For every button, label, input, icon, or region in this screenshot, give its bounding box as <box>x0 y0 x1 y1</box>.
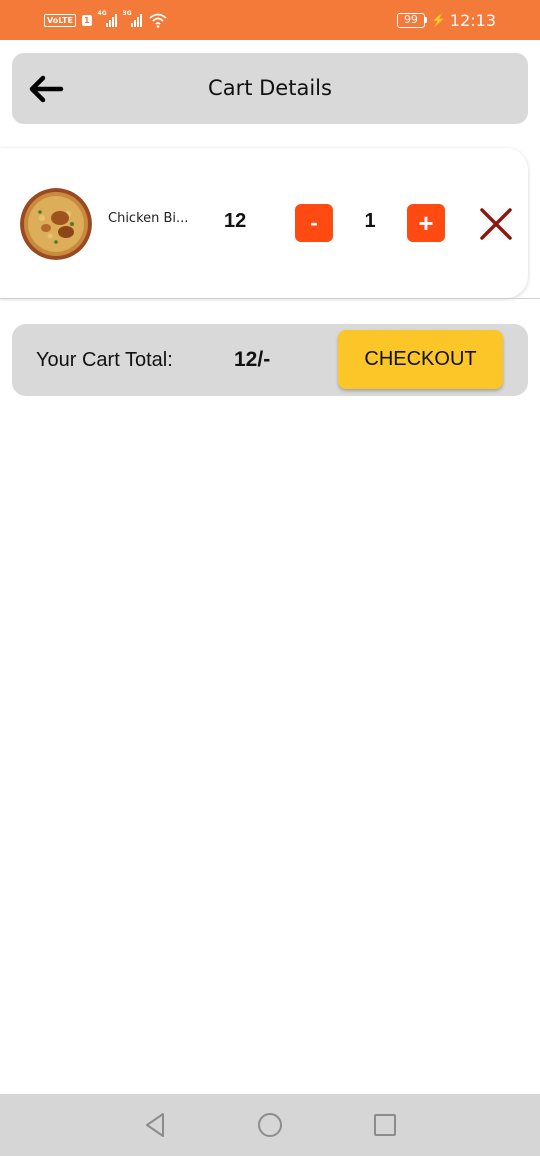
signal-icon: 4G <box>97 10 117 27</box>
nav-home-button[interactable] <box>255 1110 285 1140</box>
header-bar: Cart Details <box>12 53 528 124</box>
cart-total-value: 12/- <box>234 348 271 371</box>
divider <box>0 298 540 299</box>
decrease-quantity-button[interactable]: - <box>295 204 333 242</box>
circle-home-icon <box>258 1113 282 1137</box>
sim-icon: 1 <box>81 14 92 26</box>
page-title: Cart Details <box>208 76 332 100</box>
battery-level: 99 <box>396 12 425 28</box>
checkout-button[interactable]: CHECKOUT <box>338 330 503 389</box>
cart-total-bar: Your Cart Total: 12/- CHECKOUT <box>12 324 528 396</box>
cart-item-card: Chicken Bi... 12 - 1 + <box>0 148 528 298</box>
chicken-biryani-image <box>20 188 92 260</box>
wifi-icon <box>148 13 167 28</box>
item-name: Chicken Bi... <box>108 211 189 226</box>
nav-back-button[interactable] <box>140 1110 170 1140</box>
close-icon <box>480 208 512 240</box>
increase-quantity-button[interactable]: + <box>407 204 445 242</box>
cart-total-label: Your Cart Total: <box>36 349 173 371</box>
item-quantity: 1 <box>364 210 376 232</box>
battery-icon: 99 <box>396 12 427 28</box>
signal-tag-2: 3G <box>122 10 132 17</box>
volte-icon: VoLTE <box>44 13 76 27</box>
remove-item-button[interactable] <box>476 204 516 244</box>
square-recents-icon <box>374 1114 396 1136</box>
triangle-back-icon <box>146 1113 164 1137</box>
clock: 12:13 <box>449 10 496 30</box>
system-nav-bar <box>0 1094 540 1156</box>
signal-icon-2: 3G <box>122 10 142 27</box>
status-left: VoLTE 1 4G 3G <box>44 10 168 30</box>
status-right: 99 ⚡ 12:13 <box>396 10 496 30</box>
charging-icon: ⚡ <box>430 13 446 27</box>
signal-tag: 4G <box>97 10 107 17</box>
nav-recents-button[interactable] <box>370 1110 400 1140</box>
status-bar: VoLTE 1 4G 3G 99 ⚡ 12:13 <box>0 0 540 40</box>
item-price: 12 <box>224 210 247 232</box>
